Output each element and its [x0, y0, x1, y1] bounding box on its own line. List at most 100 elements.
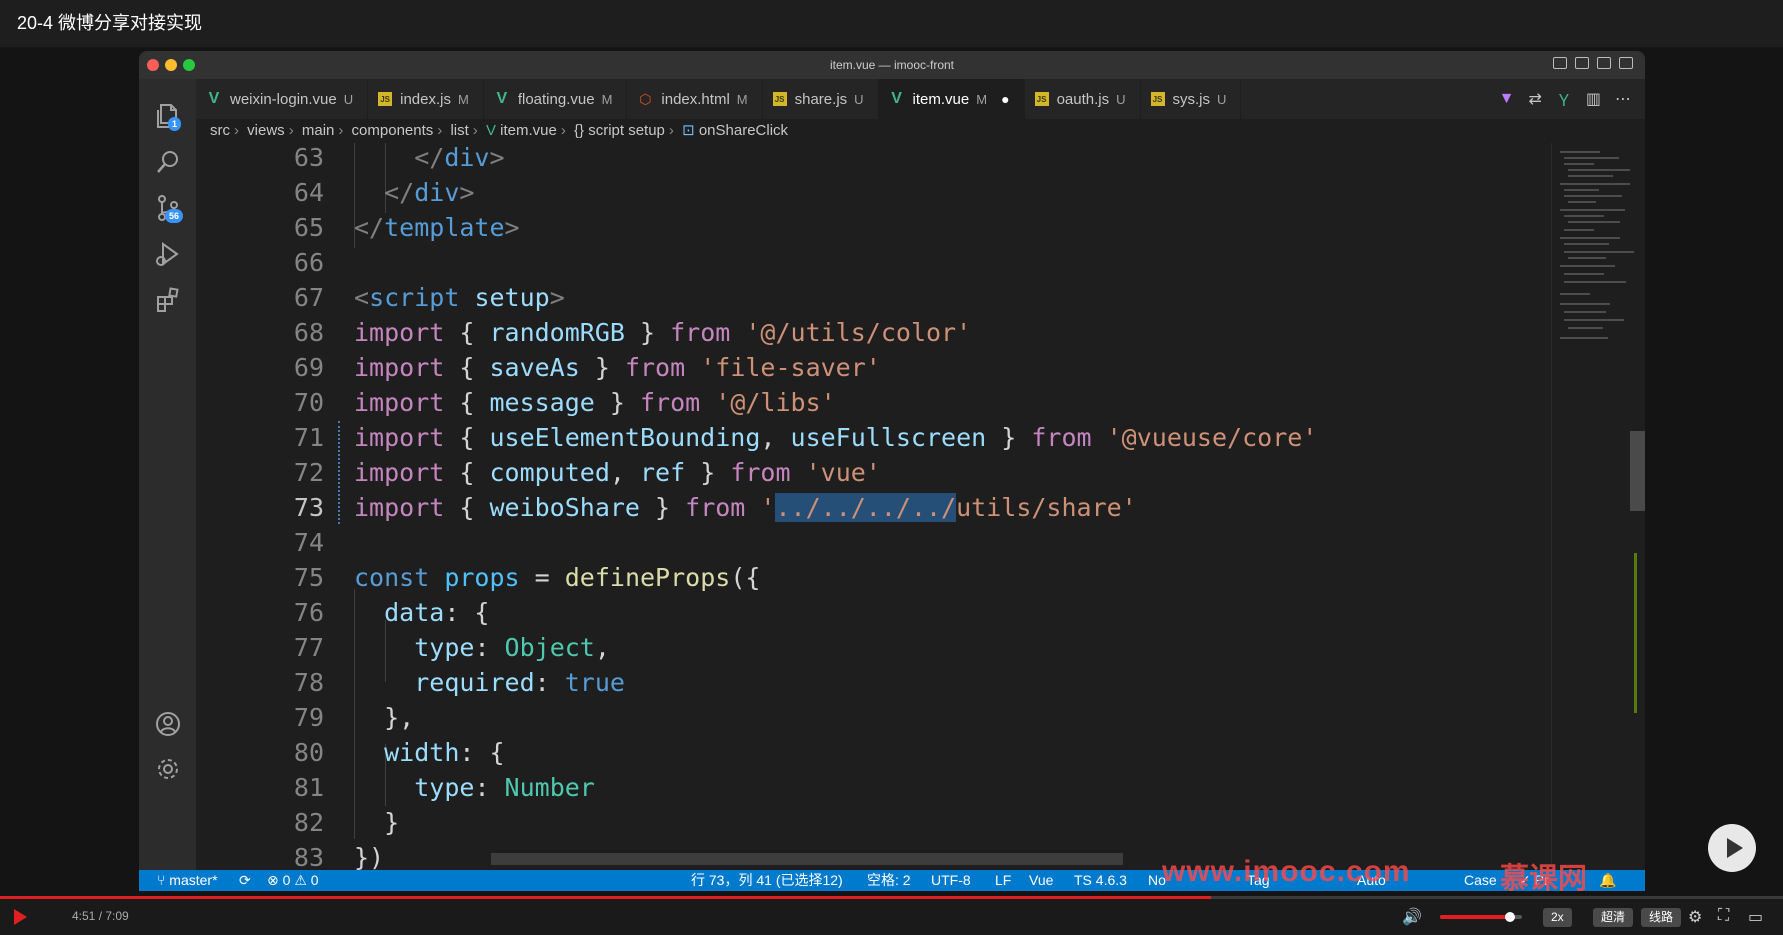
code-line: 71 import { useElementBounding, useFullsc…	[293, 423, 1318, 452]
chevron-right-icon: ›	[437, 122, 443, 139]
source-control-icon[interactable]: 56	[153, 193, 184, 223]
more-actions-icon[interactable]: ⋯	[1615, 89, 1631, 109]
git-branch-icon: ⑂	[157, 872, 166, 888]
tab-index-js[interactable]: JS index.js M	[368, 79, 484, 119]
branch-indicator[interactable]: ⑂ master*	[157, 870, 218, 891]
volume-slider[interactable]	[1440, 912, 1522, 922]
play-icon[interactable]	[14, 909, 27, 925]
language-mode[interactable]: Vue	[1029, 870, 1053, 891]
breadcrumb-item[interactable]: item.vue	[500, 122, 557, 139]
problems-indicator[interactable]: ⊗ 0 ⚠ 0	[267, 870, 319, 891]
vue-devtools-icon[interactable]: Ｙ	[1556, 87, 1572, 111]
speed-button[interactable]: 2x	[1543, 908, 1572, 927]
extensions-icon[interactable]	[153, 285, 183, 315]
breadcrumb-item[interactable]: views	[247, 122, 285, 139]
tab-oauth-js[interactable]: JS oauth.js U	[1025, 79, 1141, 119]
code-line: 81 type: Number	[293, 773, 595, 802]
breadcrumb-item[interactable]: list	[450, 122, 468, 139]
search-icon[interactable]	[153, 147, 183, 177]
encoding[interactable]: UTF-8	[931, 870, 971, 891]
breadcrumb-item[interactable]: onShareClick	[699, 122, 788, 139]
breadcrumb-item[interactable]: components	[352, 122, 434, 139]
status-item[interactable]: Case	[1464, 870, 1497, 891]
fullscreen-icon[interactable]: ⛶	[1718, 907, 1729, 925]
code-line: 79 },	[293, 703, 415, 732]
explorer-badge: 1	[168, 117, 182, 131]
error-icon: ⊗	[267, 872, 279, 888]
quality-button[interactable]: 超清	[1593, 908, 1634, 927]
code-editor[interactable]: 63 </div> 64 </div> 65 </template> 66 67 <…	[196, 143, 1551, 870]
player-controls: 4:51 / 7:09 🔊 2x 超清 线路 ⚙ ⛶ ▭	[0, 899, 1783, 935]
ts-version[interactable]: TS 4.6.3	[1074, 870, 1127, 891]
source-control-badge: 56	[165, 209, 184, 223]
chevron-right-icon: ›	[472, 122, 478, 139]
volume-fill	[1440, 915, 1510, 919]
sync-icon[interactable]: ⟳	[239, 870, 251, 891]
tab-item-vue[interactable]: Vitem.vue M ●	[878, 79, 1025, 119]
end-of-line[interactable]: LF	[995, 870, 1011, 891]
breadcrumb-item[interactable]: src	[210, 122, 230, 139]
toggle-sidebar-icon[interactable]	[1553, 57, 1567, 69]
split-editor-icon[interactable]: ▥	[1586, 89, 1601, 109]
toggle-secondary-sidebar-icon[interactable]	[1597, 57, 1611, 69]
js-file-icon: JS	[378, 92, 393, 106]
window-titlebar: item.vue — imooc-front	[139, 51, 1645, 79]
minimap[interactable]	[1551, 143, 1645, 870]
customize-layout-icon[interactable]	[1619, 57, 1633, 69]
watermark-brand: 慕课网	[1500, 863, 1588, 895]
horizontal-scrollbar[interactable]	[491, 853, 1123, 865]
tab-sys-js[interactable]: JS sys.js U	[1141, 79, 1242, 119]
chevron-right-icon: ›	[288, 122, 294, 139]
route-button[interactable]: 线路	[1641, 908, 1682, 927]
volume-icon[interactable]: 🔊	[1402, 907, 1422, 927]
vue-file-icon: V	[496, 90, 508, 107]
settings-gear-icon[interactable]: ⚙	[1688, 907, 1702, 927]
big-play-button[interactable]	[1708, 824, 1756, 872]
breadcrumb-item[interactable]: {} script setup	[574, 122, 665, 139]
picture-in-picture-icon[interactable]: ▭	[1748, 907, 1763, 927]
vite-icon[interactable]: ▼	[1499, 90, 1515, 108]
vue-file-icon: V	[891, 90, 902, 107]
notifications-bell-icon[interactable]: 🔔	[1599, 870, 1616, 891]
unsaved-dot-icon[interactable]: ●	[1001, 91, 1009, 107]
html-file-icon: ⬡	[639, 90, 652, 107]
code-line: 66	[293, 248, 324, 277]
indentation[interactable]: 空格: 2	[867, 870, 911, 891]
code-line: 80 width: {	[293, 738, 505, 767]
code-line: 70 import { message } from '@/libs'	[293, 388, 836, 417]
code-line: 78 required: true	[293, 668, 625, 697]
toggle-panel-icon[interactable]	[1575, 57, 1589, 69]
cursor-position[interactable]: 行 73，列 41 (已选择12)	[691, 870, 843, 891]
tab-actions: ▼ ⇄ Ｙ ▥ ⋯	[1499, 79, 1645, 119]
watermark: www.imooc.com	[1162, 855, 1411, 888]
layout-controls	[1553, 57, 1633, 69]
code-line: 67 <script setup>	[293, 283, 565, 312]
compare-icon[interactable]: ⇄	[1528, 89, 1541, 109]
volume-knob[interactable]	[1504, 912, 1515, 922]
maximize-window-button[interactable]	[183, 59, 195, 71]
vertical-scrollbar-thumb[interactable]	[1630, 431, 1645, 511]
code-line: 63 </div>	[293, 143, 505, 172]
vue-file-icon: V	[208, 90, 220, 107]
run-debug-icon[interactable]	[153, 239, 183, 269]
code-line: 72 import { computed, ref } from 'vue'	[293, 458, 881, 487]
breadcrumb-item[interactable]: main	[302, 122, 335, 139]
minimize-window-button[interactable]	[165, 59, 177, 71]
explorer-icon[interactable]: 1	[153, 101, 183, 131]
code-line: 82 }	[293, 808, 400, 837]
tab-share-js[interactable]: JS share.js U	[763, 79, 879, 119]
chevron-right-icon: ›	[338, 122, 344, 139]
vue-file-icon: V	[485, 122, 496, 139]
accounts-icon[interactable]	[153, 709, 183, 739]
tab-floating[interactable]: Vfloating.vue M	[484, 79, 628, 119]
git-added-marker	[1634, 553, 1637, 713]
js-file-icon: JS	[1150, 92, 1165, 106]
close-window-button[interactable]	[147, 59, 159, 71]
breadcrumb: src › views › main › components › list › V it…	[196, 119, 1645, 143]
settings-gear-icon[interactable]	[153, 754, 183, 784]
js-file-icon: JS	[1034, 92, 1049, 106]
video-title: 20-4 微博分享对接实现	[0, 0, 1783, 47]
tab-index-html[interactable]: ⬡ index.html M	[627, 79, 763, 119]
code-line: 77 type: Object,	[293, 633, 610, 662]
tab-weixin-login[interactable]: Vweixin-login.vue U	[196, 79, 369, 119]
